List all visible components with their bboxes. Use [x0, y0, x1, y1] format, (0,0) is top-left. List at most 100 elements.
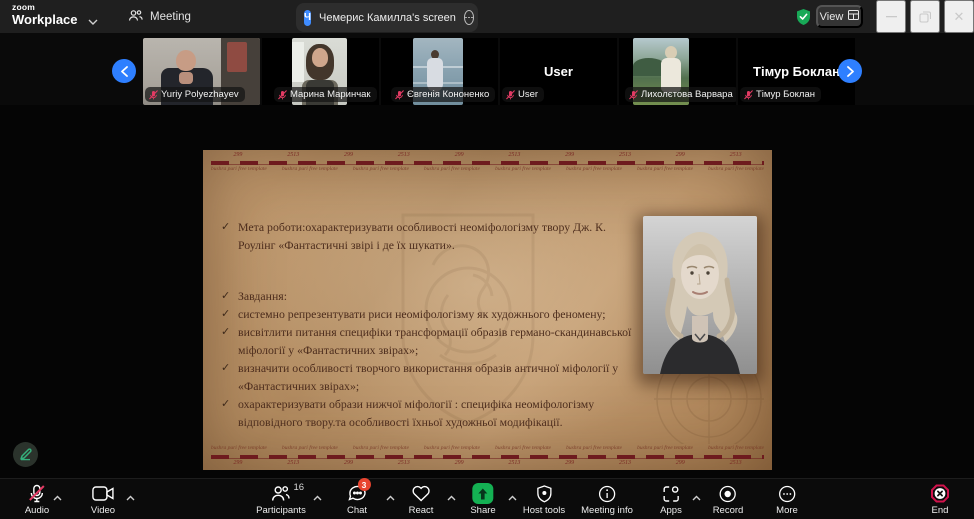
minimize-button[interactable]	[876, 0, 906, 33]
chat-options-caret[interactable]	[386, 489, 395, 504]
chat-label: Chat	[347, 505, 367, 516]
decor-item: bushra puri free template	[566, 445, 622, 454]
annotate-button[interactable]	[13, 442, 38, 467]
next-videos-button[interactable]	[838, 59, 862, 83]
video-button[interactable]: Video	[91, 483, 115, 516]
video-tile-lykholietova[interactable]: Лихолєтова Варвара	[619, 38, 736, 105]
share-screen-icon	[472, 483, 493, 504]
chat-button[interactable]: 3 Chat	[347, 483, 367, 516]
video-tile-user[interactable]: User User	[500, 38, 617, 105]
security-shield-icon[interactable]	[795, 8, 812, 31]
tab-shared-screen[interactable]: Ч Чемерис Камилла's screen	[296, 3, 478, 32]
decor-item: 2513	[508, 460, 520, 468]
end-label: End	[932, 505, 949, 516]
logo-workplace-text: Workplace	[12, 13, 78, 26]
apps-button[interactable]: Apps	[660, 483, 682, 516]
video-options-caret[interactable]	[126, 489, 135, 504]
participants-count: 16	[293, 482, 304, 493]
apps-label: Apps	[660, 505, 682, 516]
apps-options-caret[interactable]	[692, 489, 701, 504]
decor-item: bushra puri free template	[495, 445, 551, 454]
decor-item: 2513	[619, 460, 631, 468]
video-tile-maryna[interactable]: Марина Маринчак	[262, 38, 379, 105]
end-call-icon	[931, 483, 950, 504]
muted-mic-icon	[744, 90, 753, 100]
screen-share-avatar: Ч	[304, 10, 311, 26]
audio-button[interactable]: Audio	[25, 483, 49, 516]
chevron-down-icon[interactable]	[88, 13, 98, 20]
participant-name-badge: Євгенія Кононенко	[391, 87, 495, 102]
tasks-header-bullet: Завдання:	[221, 287, 641, 305]
close-button[interactable]: ✕	[944, 0, 974, 33]
zoom-workplace-logo: zoom Workplace	[12, 3, 78, 26]
decor-item: 299	[455, 152, 464, 160]
participant-name: Лихолєтова Варвара	[641, 89, 733, 100]
info-icon	[598, 483, 616, 504]
decor-item: bushra puri free template	[353, 445, 409, 454]
decorative-numbers: 29925132992513299251329925132992513	[211, 152, 764, 160]
heart-icon	[411, 483, 430, 504]
host-tools-button[interactable]: Host tools	[523, 483, 565, 516]
zoom-meeting-window: zoom Workplace Meeting Ч Чемерис Камилла…	[0, 0, 974, 519]
previous-videos-button[interactable]	[112, 59, 136, 83]
muted-mic-icon	[149, 90, 158, 100]
video-tile-yuriy[interactable]: Yuriy Polyezhayev	[143, 38, 260, 105]
video-label: Video	[91, 505, 115, 516]
tab-meeting[interactable]: Meeting	[120, 0, 199, 33]
meeting-info-button[interactable]: Meeting info	[581, 483, 633, 516]
view-button[interactable]: View	[816, 5, 863, 28]
view-label: View	[820, 11, 844, 23]
shared-screen-title: Чемерис Камилла's screen	[319, 12, 456, 24]
host-tools-label: Host tools	[523, 505, 565, 516]
participant-name: Тімур Боклан	[756, 89, 815, 100]
task-bullet: висвітлити питання специфіки трансформац…	[221, 323, 641, 359]
decor-item: bushra puri free template	[708, 166, 764, 175]
record-button[interactable]: Record	[713, 483, 744, 516]
task-bullet: охарактеризувати образи нижчої міфології…	[221, 395, 641, 431]
decor-item: 2513	[508, 152, 520, 160]
logo-zoom-text: zoom	[12, 3, 78, 12]
shared-screen-stage: 299 2513 299 2513 299 2513 299 2513 299 2513 bush…	[0, 105, 974, 478]
decor-item: 299	[565, 460, 574, 468]
restore-button[interactable]	[910, 0, 940, 33]
react-options-caret[interactable]	[447, 489, 456, 504]
meeting-info-label: Meeting info	[581, 505, 633, 516]
share-label: Share	[470, 505, 495, 516]
goal-bullet: Мета роботи:охарактеризувати особливості…	[221, 218, 641, 254]
decor-item: bushra puri free template	[637, 166, 693, 175]
share-options-caret[interactable]	[508, 489, 517, 504]
task-bullet: системно репрезентувати риси неоміфологі…	[221, 305, 641, 323]
participants-options-caret[interactable]	[313, 489, 322, 504]
share-button[interactable]: Share	[470, 483, 495, 516]
participants-button[interactable]: 16 Participants	[256, 483, 306, 516]
decor-item: 2513	[619, 152, 631, 160]
decor-item: 2513	[287, 152, 299, 160]
video-tile-yevheniia[interactable]: Євгенія Кононенко	[381, 38, 498, 105]
more-button[interactable]: More	[776, 483, 798, 516]
dashed-rule	[211, 455, 764, 459]
decor-item: 299	[233, 460, 242, 468]
decor-item: bushra puri free template	[566, 166, 622, 175]
decor-item: bushra puri free template	[424, 166, 480, 175]
decor-item: 2513	[730, 152, 742, 160]
decor-item: 299	[565, 152, 574, 160]
audio-options-caret[interactable]	[53, 489, 62, 504]
muted-mic-icon	[506, 90, 515, 100]
decor-item: 299	[676, 460, 685, 468]
decorative-numbers: 29925132992513299251329925132992513	[211, 460, 764, 468]
participants-label: Participants	[256, 505, 306, 516]
decor-item: 2513	[398, 152, 410, 160]
author-portrait-photo	[643, 216, 757, 374]
participant-name-badge: User	[502, 87, 544, 102]
decor-item: bushra puri free template	[424, 445, 480, 454]
slide-bottom-border: bushra puri free template bushra puri fre…	[211, 445, 764, 468]
participant-name: Євгенія Кононенко	[407, 89, 489, 100]
end-button[interactable]: End	[931, 483, 950, 516]
tab-options-icon[interactable]	[464, 10, 474, 25]
react-label: React	[409, 505, 434, 516]
react-button[interactable]: React	[409, 483, 434, 516]
record-label: Record	[713, 505, 744, 516]
decor-item: 299	[676, 152, 685, 160]
decor-item: 299	[344, 152, 353, 160]
people-icon	[128, 9, 143, 25]
